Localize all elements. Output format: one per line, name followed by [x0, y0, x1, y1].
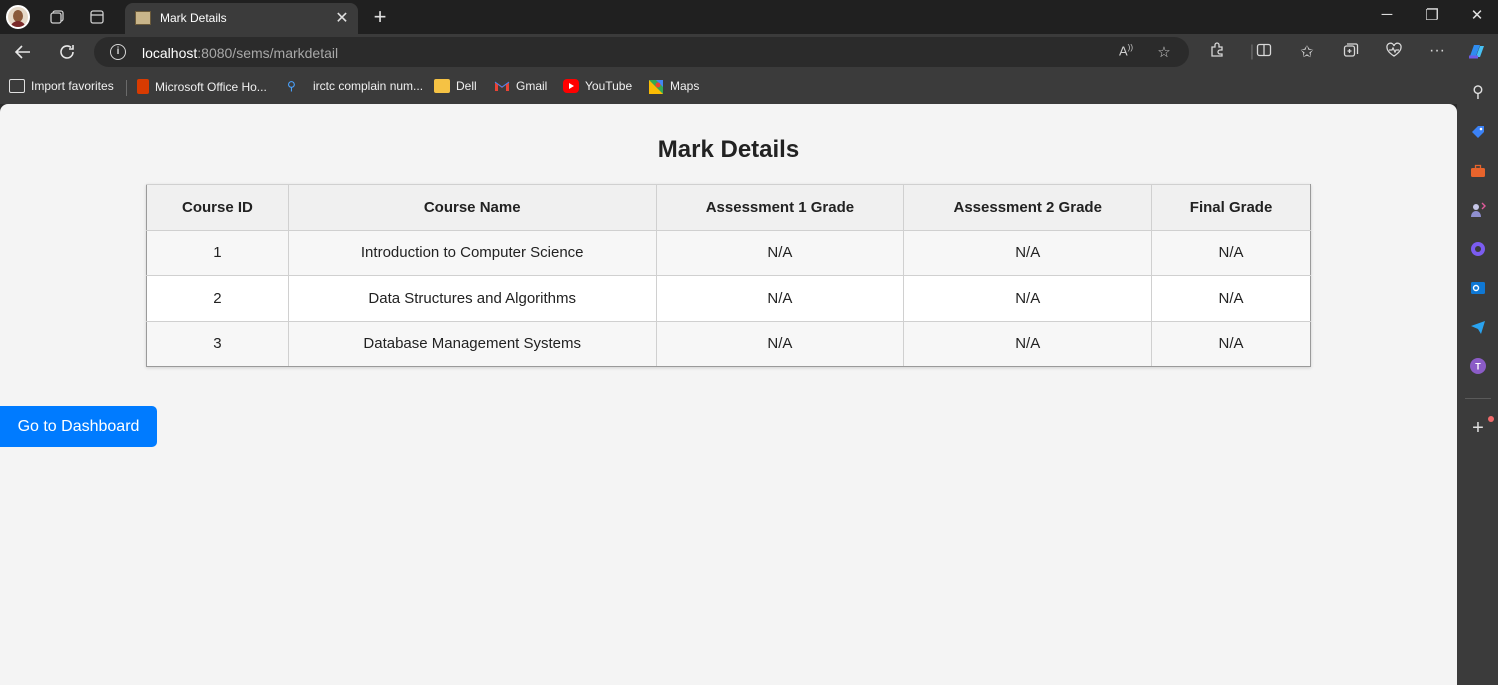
edge-sidebar: ⚲ T + — [1457, 70, 1498, 685]
cell-course-name: Introduction to Computer Science — [287, 229, 657, 276]
address-bar[interactable]: i localhost:8080/sems/markdetail A)) ☆ — [94, 37, 1189, 67]
bookmark-irctc[interactable]: ⚲ irctc complain num... — [287, 79, 423, 93]
active-tab[interactable]: Mark Details ✕ — [125, 3, 358, 34]
refresh-icon[interactable] — [55, 40, 79, 64]
cell-assessment-2: N/A — [903, 320, 1153, 367]
svg-text:T: T — [1475, 362, 1481, 372]
tools-briefcase-icon[interactable] — [1468, 161, 1488, 181]
minimize-icon[interactable]: ─ — [1372, 6, 1402, 23]
url-text[interactable]: localhost:8080/sems/markdetail — [142, 45, 338, 61]
maps-icon — [648, 79, 664, 94]
vertical-tabs-icon[interactable] — [85, 6, 109, 28]
gmail-icon — [494, 79, 510, 93]
games-icon[interactable] — [1468, 200, 1488, 220]
copilot-sidebar-icon[interactable] — [1468, 239, 1488, 259]
favorites-icon[interactable]: ✩ — [1296, 42, 1318, 62]
table-row: 2 Data Structures and Algorithms N/A N/A… — [146, 275, 1311, 322]
bookmark-maps[interactable]: Maps — [648, 79, 700, 94]
tab-favicon-icon — [135, 11, 151, 25]
cell-final-grade: N/A — [1151, 320, 1311, 367]
url-host: localhost — [142, 45, 198, 61]
teams-icon[interactable]: T — [1468, 356, 1488, 376]
table-row: 3 Database Management Systems N/A N/A N/… — [146, 320, 1311, 367]
split-screen-icon[interactable] — [1253, 42, 1275, 63]
sidebar-divider — [1465, 398, 1491, 399]
restore-icon[interactable]: ❐ — [1417, 6, 1447, 24]
header-assessment-1: Assessment 1 Grade — [655, 184, 905, 231]
send-telegram-icon[interactable] — [1468, 317, 1488, 337]
cell-assessment-2: N/A — [903, 275, 1153, 322]
browser-navbar: i localhost:8080/sems/markdetail A)) ☆ |… — [0, 34, 1498, 70]
bookmark-label: Maps — [670, 79, 700, 93]
cell-course-id: 1 — [146, 229, 289, 276]
workspaces-icon[interactable] — [45, 6, 69, 28]
cell-course-name: Data Structures and Algorithms — [287, 275, 657, 322]
profile-avatar[interactable] — [6, 5, 30, 29]
page-content: Mark Details Course ID Course Name Asses… — [0, 104, 1457, 685]
copilot-icon[interactable] — [1466, 40, 1488, 67]
url-path: :8080/sems/markdetail — [197, 45, 339, 61]
outlook-icon[interactable] — [1468, 278, 1488, 298]
favorite-star-icon[interactable]: ☆ — [1154, 43, 1174, 61]
bookmark-divider — [126, 80, 127, 96]
table-row: 1 Introduction to Computer Science N/A N… — [146, 229, 1311, 276]
search-icon: ⚲ — [287, 79, 296, 93]
shopping-tag-icon[interactable] — [1468, 122, 1488, 142]
header-course-name: Course Name — [287, 184, 657, 231]
avatar-body — [10, 21, 26, 27]
cell-final-grade: N/A — [1151, 229, 1311, 276]
bookmark-gmail[interactable]: Gmail — [494, 79, 547, 93]
notification-dot — [1488, 416, 1494, 422]
back-icon[interactable] — [11, 40, 35, 64]
bookmark-import-favorites[interactable]: Import favorites — [9, 79, 114, 93]
table-header-row: Course ID Course Name Assessment 1 Grade… — [146, 184, 1311, 231]
cell-assessment-1: N/A — [655, 229, 905, 276]
new-tab-button[interactable]: + — [369, 4, 391, 30]
cell-course-id: 2 — [146, 275, 289, 322]
cell-final-grade: N/A — [1151, 275, 1311, 322]
office-icon — [137, 79, 149, 94]
bookmarks-bar: Import favorites Microsoft Office Ho... … — [0, 70, 1498, 104]
folder-icon — [434, 79, 450, 93]
bookmark-label: Gmail — [516, 79, 548, 93]
header-assessment-2: Assessment 2 Grade — [903, 184, 1153, 231]
browser-essentials-icon[interactable] — [1383, 42, 1405, 63]
read-aloud-icon[interactable]: A)) — [1116, 43, 1136, 58]
bookmark-dell[interactable]: Dell — [434, 79, 477, 93]
cell-assessment-1: N/A — [655, 320, 905, 367]
browser-titlebar: Mark Details ✕ + ─ ❐ ✕ — [0, 0, 1498, 34]
import-icon — [9, 79, 25, 93]
cell-course-id: 3 — [146, 320, 289, 367]
extensions-icon[interactable] — [1206, 42, 1228, 63]
marks-table: Course ID Course Name Assessment 1 Grade… — [146, 184, 1311, 367]
page-title: Mark Details — [657, 136, 800, 163]
bookmark-youtube[interactable]: YouTube — [563, 79, 632, 93]
bookmark-label: Microsoft Office Ho... — [155, 79, 267, 94]
add-sidebar-app-icon[interactable]: + — [1468, 417, 1488, 439]
window-close-icon[interactable]: ✕ — [1462, 6, 1492, 24]
bookmark-label: Dell — [456, 79, 477, 93]
go-to-dashboard-button[interactable]: Go to Dashboard — [0, 406, 157, 447]
youtube-icon — [563, 79, 579, 93]
cell-assessment-2: N/A — [903, 229, 1153, 276]
bookmark-microsoft-office[interactable]: Microsoft Office Ho... — [137, 79, 267, 94]
cell-course-name: Database Management Systems — [287, 320, 657, 367]
tab-title: Mark Details — [160, 11, 227, 25]
collections-icon[interactable] — [1340, 42, 1362, 63]
bookmark-label: Import favorites — [31, 79, 114, 93]
tab-close-icon[interactable]: ✕ — [332, 8, 352, 28]
header-final-grade: Final Grade — [1151, 184, 1311, 231]
header-course-id: Course ID — [146, 184, 289, 231]
more-options-icon[interactable]: ··· — [1426, 42, 1448, 60]
site-info-icon[interactable]: i — [110, 44, 126, 60]
cell-assessment-1: N/A — [655, 275, 905, 322]
search-icon[interactable]: ⚲ — [1468, 82, 1488, 102]
bookmark-label: YouTube — [585, 79, 633, 93]
bookmark-label: irctc complain num... — [313, 79, 424, 93]
